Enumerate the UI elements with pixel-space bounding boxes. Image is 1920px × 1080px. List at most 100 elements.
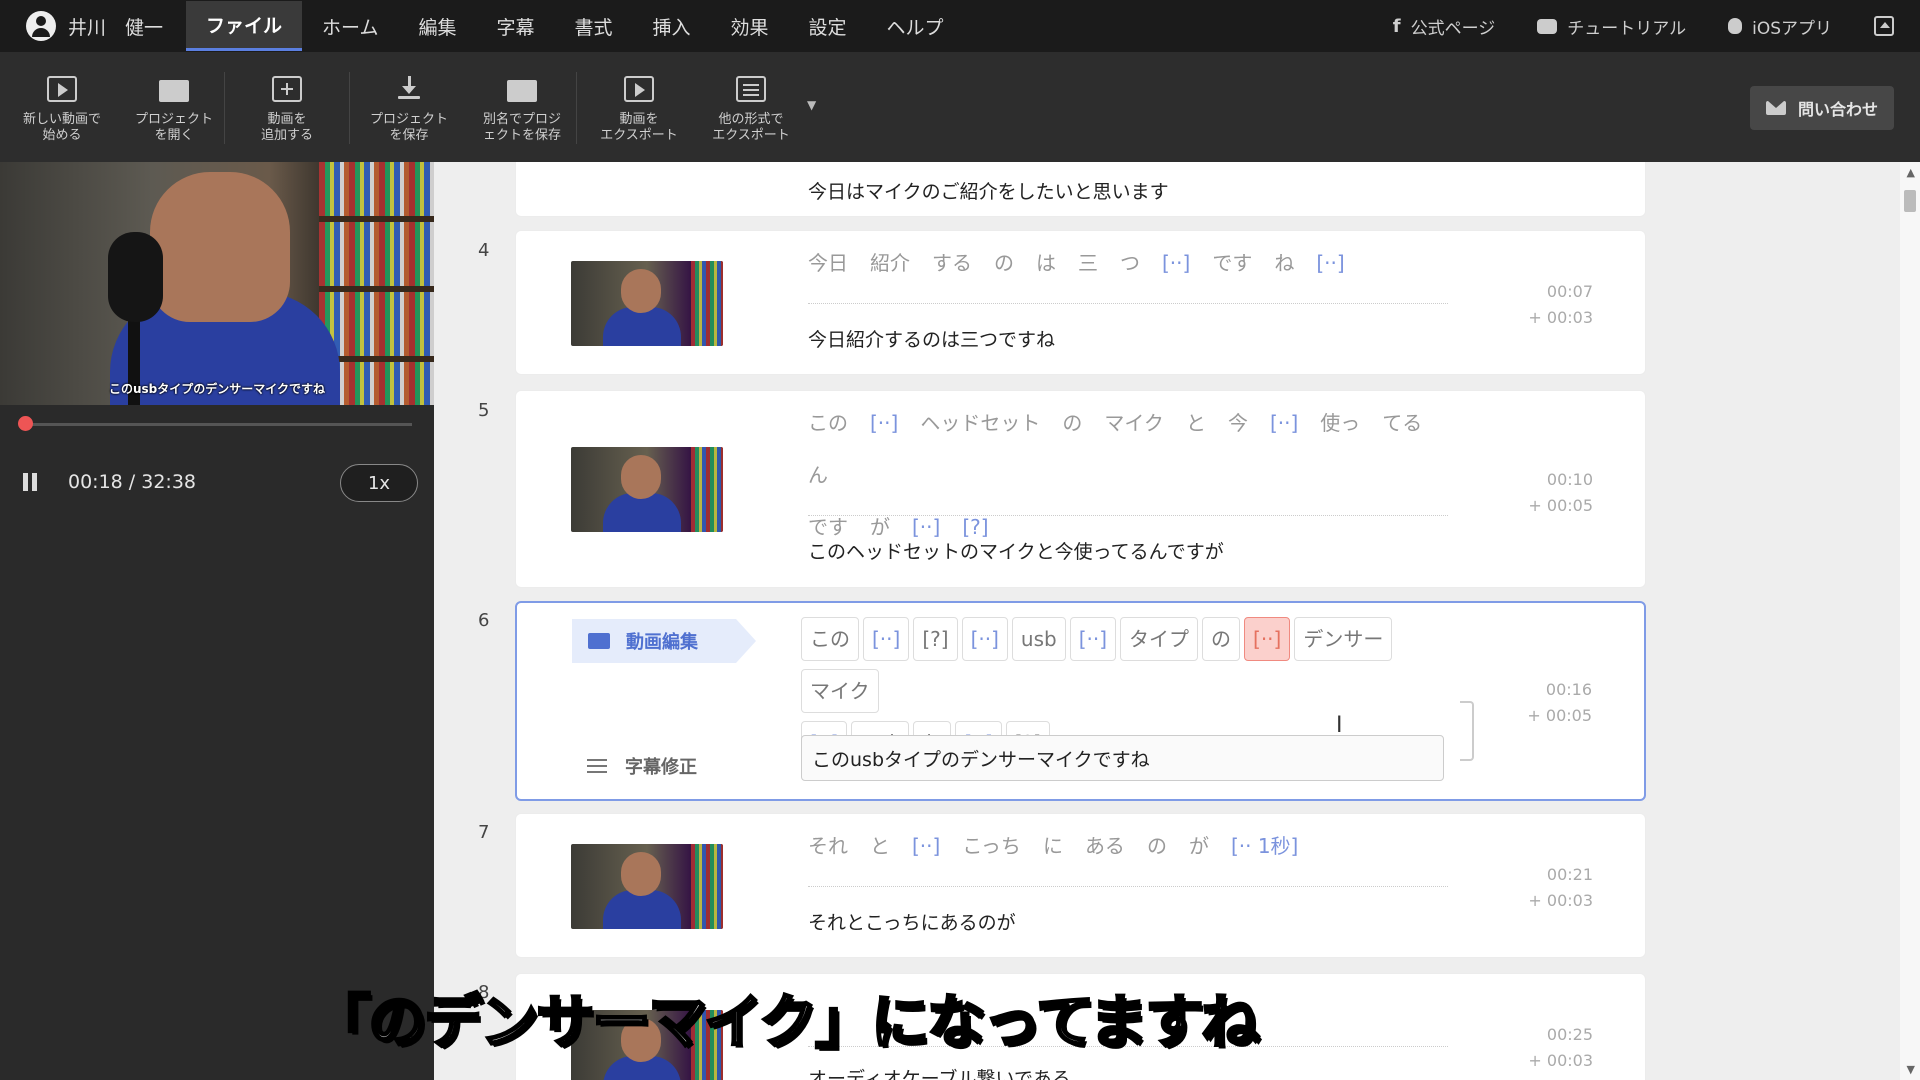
unknown-token[interactable]: [?] xyxy=(962,515,988,539)
token[interactable]: する xyxy=(932,251,972,275)
save-project-label-1: プロジェクト xyxy=(369,112,448,127)
token[interactable]: こっち xyxy=(962,834,1021,858)
token[interactable]: と xyxy=(870,834,890,858)
person-head xyxy=(150,172,290,322)
save-as-button[interactable]: 別名でプロジ ェクトを保存 xyxy=(468,52,576,162)
menu-home[interactable]: ホーム xyxy=(302,0,398,52)
row-thumbnail[interactable] xyxy=(571,844,723,929)
token[interactable]: マイク xyxy=(1104,411,1164,435)
menu-help[interactable]: ヘルプ xyxy=(867,0,964,52)
row-tokens[interactable]: それと [··] こっちにあるのが [·· 1秒] xyxy=(808,820,1448,872)
token[interactable]: 紹介 xyxy=(870,251,910,275)
collapse-icon[interactable] xyxy=(1874,16,1894,36)
menu-file[interactable]: ファイル xyxy=(186,1,303,51)
token-chip[interactable]: この xyxy=(801,617,859,661)
scrollbar-thumb[interactable] xyxy=(1904,190,1916,212)
token[interactable]: 今 xyxy=(1228,411,1248,435)
row-caption[interactable]: このヘッドセットのマイクと今使ってるんですが xyxy=(808,537,1224,564)
menu-format[interactable]: 書式 xyxy=(554,0,632,52)
token[interactable]: 使っ xyxy=(1320,411,1360,435)
unknown-chip[interactable]: [?] xyxy=(913,617,958,661)
token[interactable]: 今日 xyxy=(808,251,848,275)
token[interactable]: です xyxy=(808,515,848,539)
pause-token[interactable]: [··] xyxy=(912,515,940,539)
token[interactable]: ね xyxy=(1274,251,1294,275)
video-preview[interactable]: このusbタイプのデンサーマイクですね xyxy=(0,162,434,405)
row-caption[interactable]: 今日紹介するのは三つですね xyxy=(808,325,1055,352)
pause-token[interactable]: [··] xyxy=(1162,251,1190,275)
pause-token[interactable]: [··] xyxy=(912,834,940,858)
pause-token[interactable]: [·· 1秒] xyxy=(1231,834,1298,858)
token[interactable]: と xyxy=(1186,411,1206,435)
token[interactable]: が xyxy=(1189,834,1209,858)
export-video-button[interactable]: 動画を エクスポート xyxy=(577,52,701,162)
user-account[interactable]: 井川 健一 xyxy=(0,0,186,52)
list-item-active[interactable]: 動画編集 この [··] [?] [··] usb [··] タイプの [··] デンサーマイク… xyxy=(515,601,1646,801)
token[interactable]: ヘッドセット xyxy=(920,411,1040,435)
chevron-down-icon[interactable]: ▼ xyxy=(807,52,816,112)
token-chip[interactable]: デンサー xyxy=(1294,617,1393,661)
row-thumbnail[interactable] xyxy=(571,261,723,346)
token[interactable]: は xyxy=(1036,251,1056,275)
token-chip[interactable]: の xyxy=(1202,617,1241,661)
row-thumbnail[interactable] xyxy=(571,447,723,532)
list-item[interactable]: 今日はマイクのご紹介をしたいと思います xyxy=(515,162,1646,217)
ios-app-link[interactable]: iOSアプリ xyxy=(1728,14,1832,39)
seek-bar[interactable] xyxy=(22,423,412,426)
token[interactable]: てる xyxy=(1382,411,1422,435)
pause-token[interactable]: [··] xyxy=(1316,251,1344,275)
scroll-up-icon[interactable]: ▲ xyxy=(1907,166,1915,179)
token-chip[interactable]: タイプ xyxy=(1120,617,1199,661)
token[interactable]: の xyxy=(994,251,1014,275)
menu-edit[interactable]: 編集 xyxy=(398,0,476,52)
contact-button[interactable]: 問い合わせ xyxy=(1749,86,1894,130)
pause-icon[interactable] xyxy=(23,473,37,491)
scrollbar[interactable]: ▲ ▼ xyxy=(1900,162,1920,1080)
pause-token[interactable]: [··] xyxy=(1270,411,1298,435)
menu-bar: 井川 健一 ファイル ホーム 編集 字幕 書式 挿入 効果 設定 ヘルプ f 公… xyxy=(0,0,1920,52)
token[interactable]: の xyxy=(1062,411,1082,435)
list-item[interactable]: この [··] ヘッドセットのマイクと今 [··] 使っ てるんですが [··] [?] この… xyxy=(515,390,1646,588)
speed-button[interactable]: 1x xyxy=(340,464,418,502)
token[interactable]: 三 xyxy=(1078,251,1098,275)
pause-token[interactable]: [··] xyxy=(870,411,898,435)
token[interactable]: に xyxy=(1043,834,1063,858)
tutorial-link[interactable]: チュートリアル xyxy=(1537,14,1686,39)
add-video-button[interactable]: 動画を 追加する xyxy=(225,52,349,162)
open-project-button[interactable]: プロジェクト を開く xyxy=(124,52,224,162)
token[interactable]: それ xyxy=(808,834,848,858)
pause-chip[interactable]: [··] xyxy=(863,617,910,661)
token[interactable]: この xyxy=(808,411,848,435)
pause-chip[interactable]: [··] xyxy=(1069,617,1117,661)
new-video-label-2: 始める xyxy=(42,128,82,143)
token[interactable]: ある xyxy=(1085,834,1125,858)
token[interactable]: つ xyxy=(1120,251,1140,275)
token[interactable]: が xyxy=(870,515,890,539)
export-other-button[interactable]: 他の形式で エクスポート xyxy=(701,52,801,162)
row-caption[interactable]: オーディオケーブル繋いである xyxy=(808,1064,1071,1080)
list-item[interactable]: それと [··] こっちにあるのが [·· 1秒] それとこっちにあるのが 00:21… xyxy=(515,813,1646,958)
scroll-down-icon[interactable]: ▼ xyxy=(1907,1063,1915,1076)
video-edit-button[interactable]: 動画編集 xyxy=(572,619,756,663)
row-caption[interactable]: それとこっちにあるのが xyxy=(808,908,1016,935)
token-chip[interactable]: usb xyxy=(1011,617,1066,661)
token[interactable]: ん xyxy=(808,463,828,487)
row-tokens[interactable]: この [··] ヘッドセットのマイクと今 [··] 使っ てるんですが [··] [?] xyxy=(808,397,1448,553)
menu-settings[interactable]: 設定 xyxy=(789,0,867,52)
token[interactable]: の xyxy=(1147,834,1167,858)
row-tokens[interactable]: 今日 紹介 するのは三つ [··] ですね [··] xyxy=(808,237,1448,289)
new-video-button[interactable]: 新しい動画で 始める xyxy=(0,52,124,162)
menu-subtitle[interactable]: 字幕 xyxy=(476,0,554,52)
pause-chip[interactable]: [··] xyxy=(961,617,1008,661)
menu-insert[interactable]: 挿入 xyxy=(633,0,711,52)
menu-effects[interactable]: 効果 xyxy=(711,0,789,52)
save-project-button[interactable]: プロジェクト を保存 xyxy=(350,52,468,162)
token[interactable]: です xyxy=(1212,251,1252,275)
token-chip[interactable]: マイク xyxy=(801,669,879,713)
seek-handle[interactable] xyxy=(18,416,33,431)
official-page-link[interactable]: f 公式ページ xyxy=(1393,14,1496,39)
list-item[interactable]: 今日 紹介 するのは三つ [··] ですね [··] 今日紹介するのは三つですね 00:0… xyxy=(515,230,1646,375)
save-as-icon xyxy=(507,80,537,102)
selected-pause-chip[interactable]: [··] xyxy=(1244,617,1291,661)
caption-input[interactable] xyxy=(801,735,1444,781)
